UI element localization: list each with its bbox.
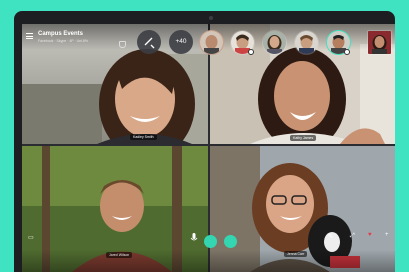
call-add-icon (144, 37, 155, 49)
call-screen: Kadley Smith Kathy James Jared Wilson (22, 24, 395, 272)
heart-icon[interactable]: ♥ (368, 232, 372, 238)
call-subtitle: Facebook · Skype · 4P · Uni.8% (38, 39, 88, 43)
more-participants-button[interactable]: +40 (169, 30, 193, 54)
participant-name-tag: Kadley Smith (130, 134, 157, 140)
webcam-dot (209, 16, 213, 20)
call-title: Campus Events (38, 31, 84, 37)
participant-name-tag: Kathy James (290, 135, 317, 141)
end-call-button[interactable] (224, 235, 237, 248)
screen-share-icon[interactable]: ⤢ (350, 233, 355, 240)
participant-avatar[interactable] (199, 30, 224, 55)
mic-status-icon (344, 49, 350, 55)
participant-avatar[interactable] (367, 30, 392, 55)
chat-icon[interactable]: ✎ (328, 233, 333, 240)
video-camera-button[interactable] (204, 235, 217, 248)
plus-icon[interactable]: + (385, 232, 389, 238)
shield-icon[interactable] (119, 41, 126, 48)
microphone-icon[interactable] (190, 233, 198, 245)
participant-avatar[interactable] (294, 30, 319, 55)
mic-status-icon (248, 49, 254, 55)
hamburger-menu-icon[interactable] (26, 33, 33, 39)
call-controls-bar (22, 250, 395, 272)
add-participant-button[interactable] (137, 30, 161, 54)
participant-avatar[interactable] (262, 30, 287, 55)
screen-share-icon[interactable]: ▭ (28, 234, 34, 241)
